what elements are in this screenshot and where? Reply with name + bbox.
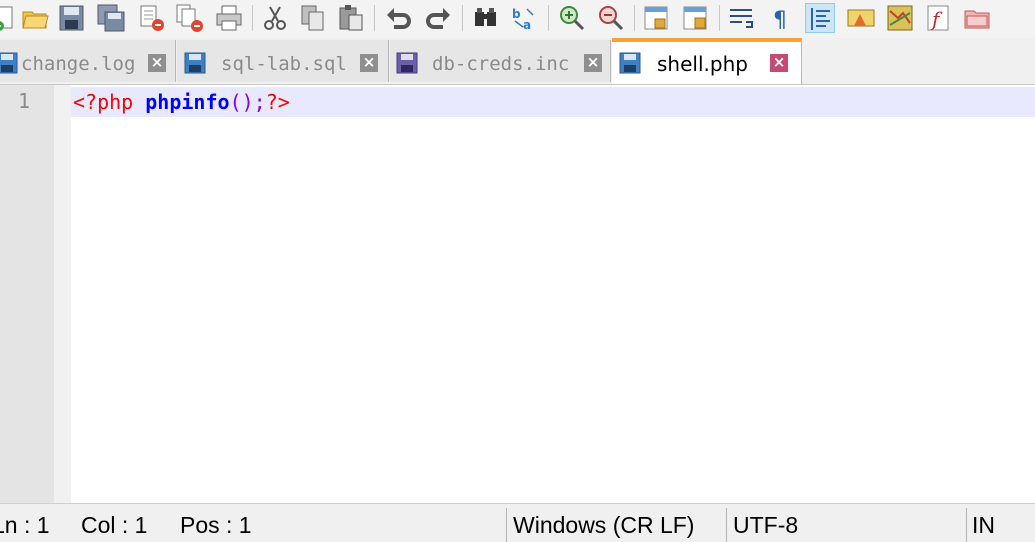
fold-margin[interactable] (54, 85, 71, 503)
line-number-gutter: 1 (0, 85, 54, 503)
toolbar: ba ¶ f (0, 0, 1035, 39)
tab-sql-lab[interactable]: sql-lab.sql × (177, 40, 389, 82)
php-punctuation: (); (229, 90, 266, 114)
status-line: Ln : 1 (0, 512, 50, 538)
tab-shell-php[interactable]: shell.php × (612, 38, 802, 84)
editor[interactable]: 1 <?php phpinfo();?> (0, 85, 1035, 503)
toolbar-separator (462, 5, 463, 31)
code-line[interactable]: <?php phpinfo();?> (73, 90, 290, 114)
save-icon (396, 52, 418, 74)
close-all-icon[interactable] (175, 3, 205, 33)
tab-change-log[interactable]: change.log × (0, 40, 176, 82)
indent-guide-icon[interactable] (805, 3, 835, 33)
new-file-icon[interactable] (0, 3, 20, 33)
redo-icon[interactable] (423, 3, 453, 33)
line-number: 1 (17, 89, 30, 113)
php-close-tag: ?> (265, 90, 290, 114)
zoom-in-icon[interactable] (557, 3, 587, 33)
zoom-out-icon[interactable] (596, 3, 626, 33)
svg-text:a: a (523, 18, 531, 32)
tab-label: sql-lab.sql (221, 53, 347, 75)
copy-icon[interactable] (298, 3, 328, 33)
sync-vertical-icon[interactable] (642, 3, 672, 33)
show-all-characters-icon[interactable]: ¶ (766, 3, 796, 33)
tab-close-icon[interactable]: × (148, 54, 166, 72)
svg-text:¶: ¶ (773, 8, 787, 33)
close-icon[interactable] (137, 3, 167, 33)
status-column: Col : 1 (81, 512, 148, 538)
save-all-icon[interactable] (96, 3, 126, 33)
open-file-icon[interactable] (20, 3, 50, 33)
status-encoding[interactable]: UTF-8 (733, 512, 798, 538)
status-bar: Ln : 1 Col : 1 Pos : 1 Windows (CR LF) U… (0, 503, 1035, 542)
tab-db-creds[interactable]: db-creds.inc × (390, 40, 611, 82)
function-list-icon[interactable]: f (924, 3, 954, 33)
toolbar-separator (374, 5, 375, 31)
tab-close-icon[interactable]: × (770, 54, 788, 72)
svg-text:b: b (512, 7, 521, 21)
print-icon[interactable] (214, 3, 244, 33)
tab-label: db-creds.inc (432, 53, 570, 75)
tab-bar: change.log × sql-lab.sql × db-creds.inc … (0, 38, 1035, 85)
save-icon (619, 52, 641, 74)
status-separator (506, 508, 507, 542)
paste-icon[interactable] (336, 3, 366, 33)
tab-close-icon[interactable]: × (360, 54, 378, 72)
undo-icon[interactable] (384, 3, 414, 33)
tab-close-icon[interactable]: × (584, 54, 602, 72)
status-separator (966, 508, 967, 542)
document-map-icon[interactable] (885, 3, 915, 33)
status-eol-format[interactable]: Windows (CR LF) (513, 512, 694, 538)
status-insert-mode[interactable]: IN (972, 512, 995, 538)
sync-horizontal-icon[interactable] (681, 3, 711, 33)
find-icon[interactable] (471, 3, 501, 33)
folder-workspace-icon[interactable] (962, 3, 992, 33)
toolbar-separator (719, 5, 720, 31)
php-open-tag: <?php (73, 90, 134, 114)
save-icon (0, 52, 18, 74)
save-icon (184, 52, 206, 74)
status-position: Pos : 1 (180, 512, 252, 538)
status-separator (726, 508, 727, 542)
toolbar-separator (634, 5, 635, 31)
php-function-name: phpinfo (145, 90, 230, 114)
tab-label: shell.php (657, 52, 748, 76)
save-icon[interactable] (56, 3, 86, 33)
toolbar-separator (548, 5, 549, 31)
toolbar-separator (252, 5, 253, 31)
cut-icon[interactable] (260, 3, 290, 33)
word-wrap-icon[interactable] (727, 3, 757, 33)
replace-icon[interactable]: ba (509, 3, 539, 33)
tab-label: change.log (21, 53, 136, 75)
user-language-icon[interactable] (846, 3, 876, 33)
